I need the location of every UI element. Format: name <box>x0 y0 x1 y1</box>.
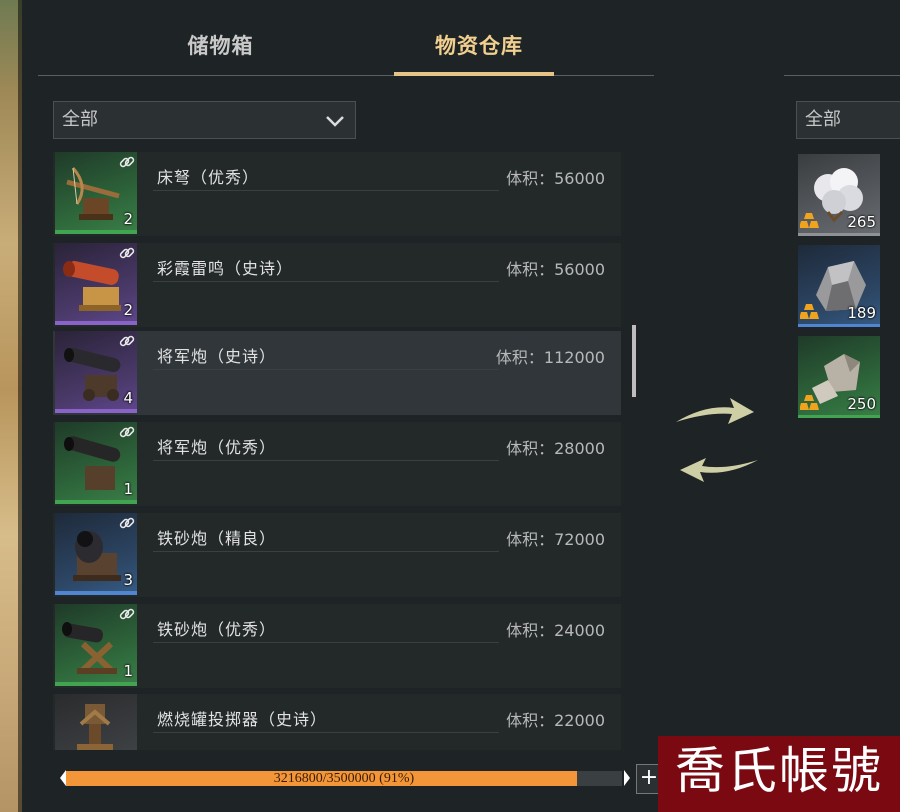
list-item[interactable]: 1 将军炮（优秀） 体积：28000 <box>53 422 621 506</box>
resource-filter-value: 全部 <box>805 109 841 130</box>
item-count: 2 <box>123 210 133 228</box>
item-name: 将军炮（史诗） <box>157 347 277 366</box>
list-item[interactable]: 4 将军炮（史诗） 体积：112000 <box>53 331 621 415</box>
item-volume: 体积：56000 <box>506 260 605 279</box>
list-item[interactable]: 1 铁砂炮（优秀） 体积：24000 <box>53 604 621 688</box>
item-thumbnail: 1 <box>55 422 137 504</box>
item-count: 2 <box>123 301 133 319</box>
transfer-left-arrow-icon[interactable] <box>678 452 762 486</box>
item-count: 3 <box>123 571 133 589</box>
tab-storage-box[interactable]: 储物箱 <box>158 30 283 70</box>
gold-bars-icon <box>800 395 819 410</box>
item-thumbnail: 2 <box>55 243 137 325</box>
name-divider <box>153 732 499 733</box>
item-count: 4 <box>123 389 133 407</box>
active-tab-indicator <box>394 72 554 76</box>
name-divider <box>153 642 499 643</box>
item-list: 2 床弩（优秀） 体积：56000 2 彩霞雷鸣（史诗） 体积：56000 4 … <box>53 152 621 750</box>
item-thumbnail: 4 <box>55 331 137 413</box>
name-divider <box>153 190 499 191</box>
name-divider <box>153 369 499 370</box>
watermark: 喬氏帳號 <box>658 736 900 812</box>
capacity-track: 3216800/3500000 (91%) <box>66 771 622 786</box>
category-filter-dropdown[interactable]: 全部 <box>53 101 356 139</box>
list-item[interactable]: 3 铁砂炮（精良） 体积：72000 <box>53 513 621 597</box>
tab-divider <box>38 75 654 76</box>
transfer-right-arrow-icon[interactable] <box>672 396 756 430</box>
resource-count: 250 <box>847 395 876 413</box>
list-item[interactable]: 燃烧罐投掷器（史诗） 体积：22000 <box>53 694 621 750</box>
item-thumbnail: 3 <box>55 513 137 595</box>
gold-bars-icon <box>800 304 819 319</box>
item-volume: 体积：24000 <box>506 621 605 640</box>
item-name: 铁砂炮（精良） <box>157 529 277 548</box>
item-name: 彩霞雷鸣（史诗） <box>157 259 294 278</box>
link-icon <box>119 426 135 438</box>
item-thumbnail: 2 <box>55 152 137 234</box>
chevron-down-icon <box>326 116 344 127</box>
list-scrollbar[interactable] <box>632 325 636 397</box>
capacity-text: 3216800/3500000 (91%) <box>273 771 415 786</box>
item-name: 铁砂炮（优秀） <box>157 620 277 639</box>
resource-slot[interactable]: 189 <box>798 245 880 327</box>
right-panel-divider <box>784 75 900 76</box>
item-name: 床弩（优秀） <box>157 168 260 187</box>
resource-count: 189 <box>847 304 876 322</box>
resource-slot[interactable]: 250 <box>798 336 880 418</box>
name-divider <box>153 460 499 461</box>
capacity-right-marker <box>624 770 630 786</box>
list-item[interactable]: 2 床弩（优秀） 体积：56000 <box>53 152 621 236</box>
link-icon <box>119 335 135 347</box>
item-count: 1 <box>123 480 133 498</box>
name-divider <box>153 551 499 552</box>
link-icon <box>119 608 135 620</box>
item-count: 1 <box>123 662 133 680</box>
capacity-bar: 3216800/3500000 (91%) <box>60 768 630 788</box>
name-divider <box>153 281 499 282</box>
resource-filter-dropdown[interactable]: 全部 <box>796 101 900 139</box>
link-icon <box>119 156 135 168</box>
item-volume: 体积：22000 <box>506 711 605 730</box>
item-volume: 体积：112000 <box>495 348 605 367</box>
resource-slot[interactable]: 265 <box>798 154 880 236</box>
item-name: 将军炮（优秀） <box>157 438 277 457</box>
item-volume: 体积：56000 <box>506 169 605 188</box>
category-filter-value: 全部 <box>62 109 98 130</box>
map-background-strip <box>0 0 22 812</box>
storage-panel: 储物箱 物资仓库 全部 全部 2 床弩（优秀） 体积：56000 2 彩霞雷鸣（… <box>22 0 900 812</box>
item-volume: 体积：28000 <box>506 439 605 458</box>
link-icon <box>119 517 135 529</box>
item-thumbnail: 1 <box>55 604 137 686</box>
gold-bars-icon <box>800 213 819 228</box>
item-name: 燃烧罐投掷器（史诗） <box>157 710 328 729</box>
tab-supply-warehouse[interactable]: 物资仓库 <box>400 30 558 70</box>
list-item[interactable]: 2 彩霞雷鸣（史诗） 体积：56000 <box>53 243 621 327</box>
item-thumbnail <box>55 694 137 750</box>
catapult-icon <box>77 704 113 750</box>
link-icon <box>119 247 135 259</box>
resource-count: 265 <box>847 213 876 231</box>
item-volume: 体积：72000 <box>506 530 605 549</box>
